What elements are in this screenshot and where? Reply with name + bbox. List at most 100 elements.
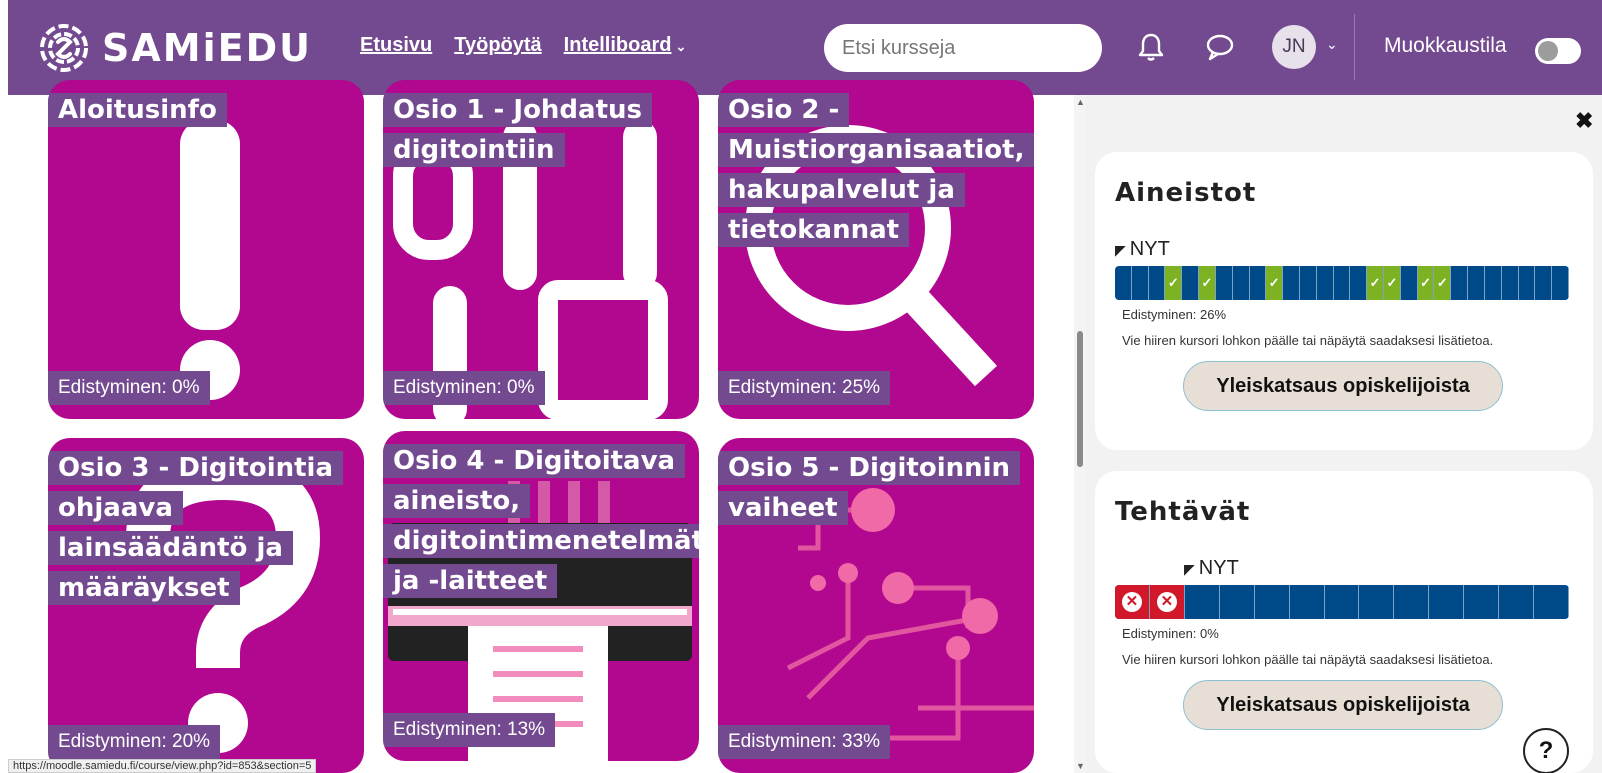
progress-cell[interactable] bbox=[1502, 266, 1519, 300]
progress-cell[interactable] bbox=[1394, 585, 1430, 619]
progress-cell[interactable] bbox=[1535, 266, 1553, 300]
now-label: NYT bbox=[1198, 557, 1239, 579]
site-logo[interactable]: SAMiEDU bbox=[38, 22, 312, 74]
window-edge bbox=[0, 0, 8, 773]
overview-students-button[interactable]: Yleiskatsaus opiskelijoista bbox=[1183, 361, 1503, 411]
progress-cell[interactable] bbox=[1290, 585, 1325, 619]
progress-cell[interactable]: ✓ bbox=[1165, 266, 1183, 300]
progress-cell[interactable] bbox=[1334, 266, 1351, 300]
progress-cell[interactable]: ✓ bbox=[1384, 266, 1401, 300]
messages-chat-icon[interactable] bbox=[1204, 33, 1236, 63]
now-marker: ◤ NYT bbox=[1184, 557, 1239, 580]
progress-cell[interactable] bbox=[1300, 266, 1317, 300]
search-input[interactable] bbox=[824, 24, 1102, 72]
fail-x-icon: ✕ bbox=[1156, 592, 1177, 612]
progress-cell[interactable] bbox=[1552, 266, 1569, 300]
section-card-osio-1[interactable]: Osio 1 - Johdatus digitointiin Edistymin… bbox=[383, 80, 699, 419]
scroll-down-arrow-icon[interactable]: ▼ bbox=[1076, 761, 1085, 771]
progress-cell[interactable] bbox=[1132, 266, 1149, 300]
section-progress: Edistyminen: 25% bbox=[718, 371, 891, 405]
now-flag-icon: ◤ bbox=[1184, 561, 1195, 577]
user-avatar[interactable]: JN bbox=[1272, 25, 1316, 69]
section-title: Osio 4 - Digitoitava aineisto, digitoint… bbox=[383, 444, 699, 598]
notifications-bell-icon[interactable] bbox=[1138, 32, 1164, 62]
close-drawer-icon[interactable]: ✖ bbox=[1575, 108, 1593, 134]
course-search bbox=[824, 24, 1102, 72]
check-icon: ✓ bbox=[1268, 275, 1280, 290]
progress-cell[interactable] bbox=[1115, 266, 1132, 300]
progress-cell[interactable] bbox=[1468, 266, 1485, 300]
progress-cell[interactable] bbox=[1401, 266, 1418, 300]
progress-cell[interactable] bbox=[1185, 585, 1220, 619]
help-button[interactable]: ? bbox=[1523, 728, 1569, 773]
progress-cell[interactable] bbox=[1216, 266, 1233, 300]
progress-cell[interactable] bbox=[1317, 266, 1334, 300]
nav-link-etusivu[interactable]: Etusivu bbox=[360, 34, 432, 57]
scroll-thumb[interactable] bbox=[1077, 331, 1083, 467]
progress-cell[interactable]: ✓ bbox=[1434, 266, 1452, 300]
progress-bar: ✓ ✓ ✓ ✓ ✓ ✓ ✓ bbox=[1115, 266, 1569, 300]
nav-link-intelliboard[interactable]: Intelliboard ⌄ bbox=[564, 34, 687, 57]
section-title: Osio 1 - Johdatus digitointiin bbox=[383, 93, 653, 167]
block-progress-text: Edistyminen: 0% bbox=[1122, 626, 1219, 641]
section-progress: Edistyminen: 0% bbox=[48, 371, 210, 405]
check-icon: ✓ bbox=[1167, 275, 1179, 290]
progress-cell[interactable] bbox=[1182, 266, 1200, 300]
progress-cell[interactable] bbox=[1233, 266, 1250, 300]
progress-cell[interactable] bbox=[1220, 585, 1255, 619]
block-title: Tehtävät bbox=[1115, 497, 1251, 527]
progress-cell[interactable] bbox=[1255, 585, 1290, 619]
check-icon: ✓ bbox=[1420, 275, 1432, 290]
progress-cell[interactable] bbox=[1350, 266, 1368, 300]
status-bar-url: https://moodle.samiedu.fi/course/view.ph… bbox=[8, 759, 317, 773]
check-icon: ✓ bbox=[1369, 275, 1381, 290]
progress-cell[interactable] bbox=[1283, 266, 1300, 300]
progress-cell[interactable] bbox=[1534, 585, 1569, 619]
progress-cell[interactable] bbox=[1250, 266, 1267, 300]
section-card-osio-5[interactable]: Osio 5 - Digitoinnin vaiheet Edistyminen… bbox=[718, 438, 1034, 773]
progress-cell[interactable] bbox=[1325, 585, 1360, 619]
block-progress-text: Edistyminen: 26% bbox=[1122, 307, 1227, 322]
section-title: Osio 2 - Muistiorganisaatiot, hakupalvel… bbox=[718, 93, 1034, 247]
progress-cell[interactable] bbox=[1519, 266, 1536, 300]
check-icon: ✓ bbox=[1386, 275, 1398, 290]
nav-link-tyopoyta[interactable]: Työpöytä bbox=[454, 34, 541, 57]
progress-cell[interactable] bbox=[1149, 266, 1166, 300]
exclamation-icon bbox=[180, 120, 240, 400]
section-card-osio-4[interactable]: Osio 4 - Digitoitava aineisto, digitoint… bbox=[383, 431, 699, 761]
section-card-aloitusinfo[interactable]: Aloitusinfo Edistyminen: 0% bbox=[48, 80, 364, 419]
samiedu-logo-icon bbox=[40, 24, 88, 72]
section-card-osio-3[interactable]: Osio 3 - Digitointia ohjaava lainsäädänt… bbox=[48, 438, 364, 773]
edit-mode-toggle[interactable] bbox=[1535, 38, 1581, 64]
main-scrollbar[interactable]: ▲ ▼ bbox=[1074, 95, 1086, 773]
progress-cell[interactable] bbox=[1451, 266, 1469, 300]
progress-cell[interactable]: ✕ bbox=[1149, 585, 1185, 619]
scroll-up-arrow-icon[interactable]: ▲ bbox=[1076, 97, 1085, 107]
progress-cell[interactable] bbox=[1485, 266, 1502, 300]
moodle-course-page: SAMiEDU Etusivu Työpöytä Intelliboard⌄ J bbox=[0, 0, 1602, 773]
section-progress: Edistyminen: 0% bbox=[383, 371, 545, 405]
now-marker: ◤ NYT bbox=[1115, 238, 1170, 261]
progress-cell[interactable]: ✓ bbox=[1266, 266, 1284, 300]
section-title: Osio 5 - Digitoinnin vaiheet bbox=[718, 451, 1021, 525]
section-progress: Edistyminen: 13% bbox=[383, 713, 556, 747]
block-title: Aineistot bbox=[1115, 178, 1257, 208]
progress-cell[interactable]: ✕ bbox=[1115, 585, 1150, 619]
overview-students-button[interactable]: Yleiskatsaus opiskelijoista bbox=[1183, 680, 1503, 730]
check-icon: ✓ bbox=[1201, 275, 1213, 290]
progress-cell[interactable]: ✓ bbox=[1417, 266, 1435, 300]
user-menu-chevron-down-icon[interactable]: ⌄ bbox=[1326, 36, 1338, 53]
chevron-down-icon: ⌄ bbox=[675, 39, 687, 54]
progress-cell[interactable] bbox=[1499, 585, 1535, 619]
nav-link-intelliboard-label: Intelliboard bbox=[563, 34, 672, 56]
progress-cell[interactable] bbox=[1464, 585, 1500, 619]
progress-cell[interactable]: ✓ bbox=[1367, 266, 1385, 300]
progress-cell[interactable] bbox=[1429, 585, 1465, 619]
section-card-osio-2[interactable]: Osio 2 - Muistiorganisaatiot, hakupalvel… bbox=[718, 80, 1034, 419]
progress-cell[interactable] bbox=[1359, 585, 1395, 619]
completion-progress-block-tehtavat: Tehtävät ◤ NYT ✕ ✕ Edistyminen: 0% Vie hii… bbox=[1095, 471, 1593, 773]
now-flag-icon: ◤ bbox=[1115, 242, 1126, 258]
progress-bar: ✕ ✕ bbox=[1115, 585, 1569, 619]
progress-cell[interactable]: ✓ bbox=[1199, 266, 1216, 300]
navbar-divider bbox=[1354, 14, 1355, 80]
